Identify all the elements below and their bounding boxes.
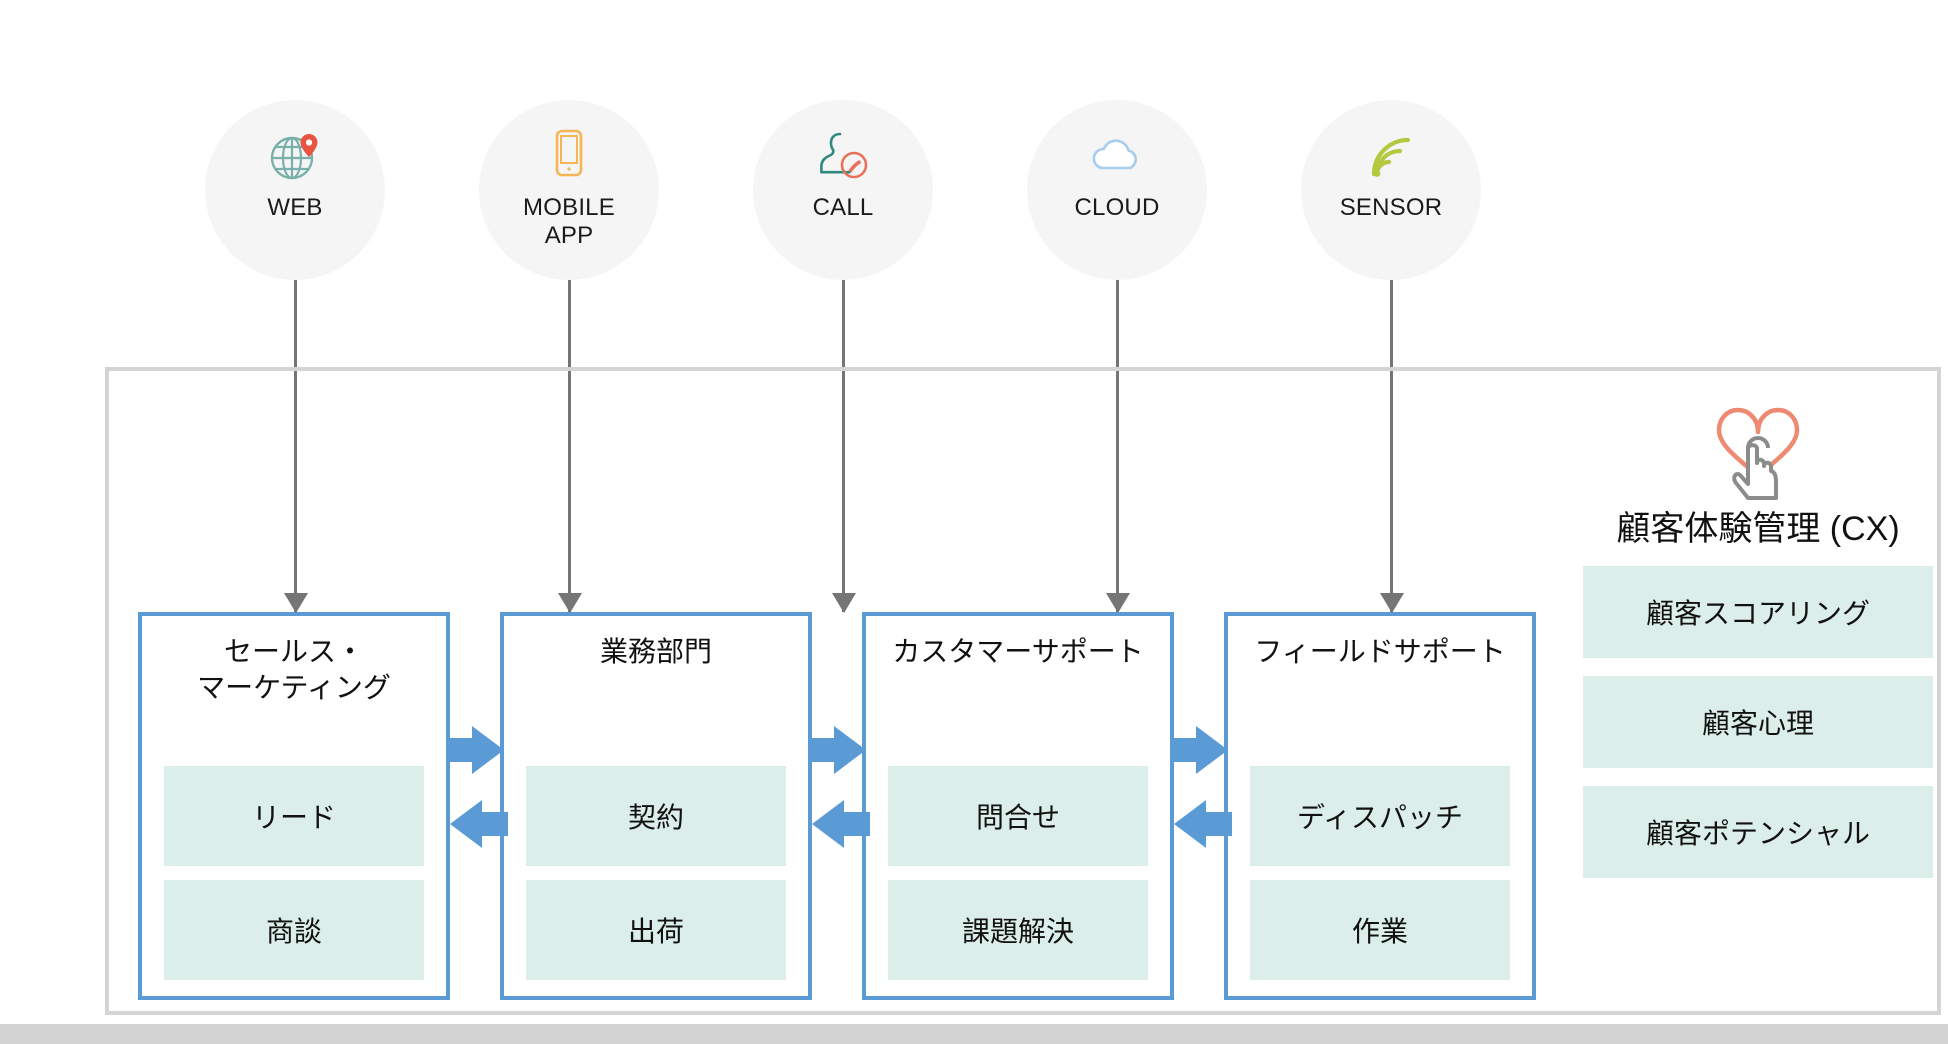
cloud-icon [1085, 124, 1149, 188]
process-cell[interactable]: 商談 [164, 880, 424, 980]
process-cell[interactable]: 出荷 [526, 880, 786, 980]
process-cell[interactable]: 契約 [526, 766, 786, 866]
smartphone-icon [537, 124, 601, 188]
cx-item[interactable]: 顧客心理 [1583, 676, 1933, 768]
process-box-title: セールス・ マーケティング [197, 636, 391, 703]
channel-label: WEB [267, 194, 323, 221]
process-cell[interactable]: ディスパッチ [1250, 766, 1510, 866]
cx-item[interactable]: 顧客スコアリング [1583, 566, 1933, 658]
flow-arrow-1-2 [446, 722, 508, 852]
process-cell-list: ディスパッチ 作業 [1228, 670, 1532, 996]
process-cell-list: 契約 出荷 [504, 670, 808, 996]
process-cell[interactable]: リード [164, 766, 424, 866]
signal-wave-icon [1359, 124, 1423, 188]
cx-item-list: 顧客スコアリング 顧客心理 顧客ポテンシャル [1583, 566, 1933, 878]
channel-label: CLOUD [1074, 194, 1160, 221]
diagram-canvas: WEB MOBILE APP CALL CLOUD SENSOR セールス・ マ… [0, 0, 1948, 1044]
person-call-icon [811, 124, 875, 188]
process-box-sales-marketing[interactable]: セールス・ マーケティング リード 商談 [138, 612, 450, 1000]
process-box-title: カスタマーサポート [892, 636, 1144, 667]
channel-label: CALL [812, 194, 874, 221]
channel-cloud[interactable]: CLOUD [1027, 100, 1207, 280]
channel-label: SENSOR [1339, 194, 1443, 221]
process-cell[interactable]: 作業 [1250, 880, 1510, 980]
process-cell[interactable]: 課題解決 [888, 880, 1148, 980]
channel-call[interactable]: CALL [753, 100, 933, 280]
flow-arrow-3-4 [1170, 722, 1232, 852]
channel-mobile-app[interactable]: MOBILE APP [479, 100, 659, 280]
process-cell-list: 問合せ 課題解決 [866, 670, 1170, 996]
cx-item[interactable]: 顧客ポテンシャル [1583, 786, 1933, 878]
footer-bar [0, 1024, 1948, 1044]
process-cell-list: リード 商談 [142, 706, 446, 996]
channel-label: MOBILE APP [523, 194, 615, 249]
process-box-customer-support[interactable]: カスタマーサポート 問合せ 課題解決 [862, 612, 1174, 1000]
cx-panel: 顧客体験管理 (CX) 顧客スコアリング 顧客心理 顧客ポテンシャル [1583, 398, 1933, 878]
process-box-field-support[interactable]: フィールドサポート ディスパッチ 作業 [1224, 612, 1536, 1000]
globe-pin-icon [263, 124, 327, 188]
flow-arrow-2-3 [808, 722, 870, 852]
process-box-title: フィールドサポート [1254, 636, 1506, 667]
channel-web[interactable]: WEB [205, 100, 385, 280]
process-box-operations[interactable]: 業務部門 契約 出荷 [500, 612, 812, 1000]
process-box-title: 業務部門 [599, 636, 712, 667]
heart-touch-icon [1583, 398, 1933, 502]
process-cell[interactable]: 問合せ [888, 766, 1148, 866]
channel-sensor[interactable]: SENSOR [1301, 100, 1481, 280]
cx-title: 顧客体験管理 (CX) [1616, 510, 1900, 548]
